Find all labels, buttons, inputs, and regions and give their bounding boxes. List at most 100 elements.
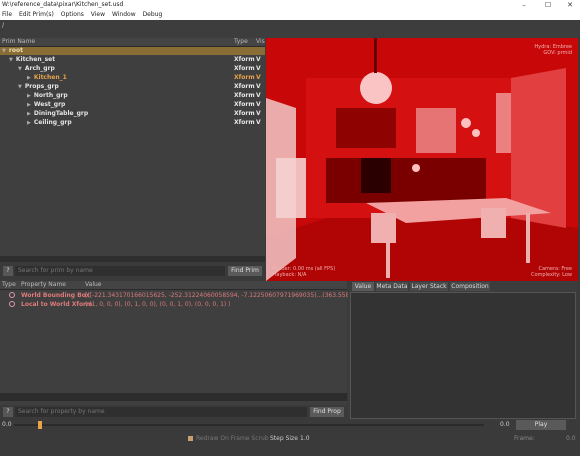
property-row-world-bbox[interactable]: World Bounding Box [([-221.3431701660156… [0, 291, 405, 300]
current-path[interactable]: / [2, 22, 4, 29]
tree-row-north-grp[interactable]: ▶ North_grp Xform V [0, 92, 265, 100]
menu-edit-prims[interactable]: Edit Prim(s) [19, 11, 54, 18]
tree-header-type[interactable]: Type [234, 38, 248, 46]
hud-line: GOV: prmid [543, 50, 572, 56]
tree-row-ceiling-grp[interactable]: ▶ Ceiling_grp Xform V [0, 119, 265, 127]
find-prop-button[interactable]: Find Prop [310, 407, 344, 417]
step-size-label: Step Size [270, 435, 298, 442]
timeline-start: 0.0 [2, 421, 12, 428]
tree-row-label: DiningTable_grp [33, 110, 89, 117]
tree-row-type: Xform [234, 110, 255, 117]
prim-search-input[interactable] [15, 266, 225, 276]
property-help-button[interactable]: ? [3, 407, 13, 417]
timeline-slider[interactable] [14, 424, 484, 426]
tree-row-vis[interactable]: V [256, 92, 261, 100]
prim-tree: Prim Name Type Vis ▼ root ▼ Kitchen_set Xf… [0, 38, 265, 256]
timeline-bar: 0.0 0.0 Play [0, 419, 580, 432]
chevron-right-icon[interactable]: ▶ [27, 75, 31, 81]
minimize-button[interactable]: – [516, 0, 532, 10]
timeline-end: 0.0 [500, 421, 510, 428]
redraw-checkbox[interactable] [188, 436, 193, 441]
tree-row-root[interactable]: ▼ root [0, 47, 265, 55]
redraw-label: Redraw On Frame Scrub [196, 435, 269, 442]
menu-file[interactable]: File [2, 11, 12, 18]
viewport-hud-camera: Camera: Free Complexity: Low [531, 266, 572, 278]
tree-row-label: Props_grp [24, 83, 59, 90]
tree-row-vis[interactable]: V [256, 119, 261, 127]
chevron-right-icon[interactable]: ▶ [27, 93, 31, 99]
tree-header-vis[interactable]: Vis [256, 38, 265, 46]
tree-row-type: Xform [234, 119, 255, 126]
property-header-value[interactable]: Value [85, 281, 101, 289]
tree-row-vis[interactable]: V [256, 65, 261, 73]
tree-row-vis[interactable]: V [256, 101, 261, 109]
menu-options[interactable]: Options [61, 11, 84, 18]
property-header-type[interactable]: Type [2, 281, 16, 289]
tree-row-label: Kitchen_set [15, 56, 56, 63]
property-row-local-to-world[interactable]: Local to World Xform ( (1, 0, 0, 0), (0,… [0, 300, 347, 309]
tree-row-type: Xform [234, 83, 255, 90]
property-name: World Bounding Box [21, 292, 90, 299]
chevron-down-icon[interactable]: ▼ [18, 66, 22, 72]
tree-row-type: Xform [234, 65, 255, 72]
playback-options: Redraw On Frame Scrub Step Size 1.0 Fram… [0, 432, 580, 456]
property-table: Type Property Name Value World Bounding … [0, 281, 405, 406]
tree-row-vis[interactable]: V [256, 56, 261, 64]
property-horizontal-scrollbar[interactable] [0, 393, 347, 401]
tab-value[interactable]: Value [352, 282, 374, 291]
maximize-button[interactable]: ☐ [540, 0, 556, 10]
tree-row-vis[interactable]: V [256, 74, 261, 82]
stage-viewport[interactable]: Hydra: Embree GOV: prmid Render: 0.00 ms… [266, 38, 578, 281]
tab-composition[interactable]: Composition [450, 282, 490, 291]
tree-header: Prim Name Type Vis [0, 38, 265, 47]
timeline-slider-handle[interactable] [38, 421, 42, 429]
tree-row-type: Xform [234, 56, 255, 63]
find-prim-button[interactable]: Find Prim [228, 266, 262, 276]
tree-row-label: Ceiling_grp [33, 119, 72, 126]
value-panel[interactable] [350, 292, 576, 419]
close-button[interactable]: ✕ [562, 0, 578, 10]
menu-bar: File Edit Prim(s) Options View Window De… [0, 10, 580, 20]
menu-debug[interactable]: Debug [143, 11, 163, 18]
prim-search-bar: ? Find Prim [0, 264, 265, 278]
tree-row-vis[interactable]: V [256, 83, 261, 91]
chevron-down-icon[interactable]: ▼ [18, 84, 22, 90]
tree-row-label: Kitchen_1 [33, 74, 67, 81]
tree-row-kitchen-1[interactable]: ▶ Kitchen_1 Xform V [0, 74, 265, 82]
play-button[interactable]: Play [516, 420, 566, 430]
hud-playback-line: Playback: N/A [272, 272, 307, 278]
tree-row-label: root [8, 47, 23, 54]
tab-meta-data[interactable]: Meta Data [376, 282, 408, 291]
tree-horizontal-scrollbar[interactable] [0, 256, 265, 262]
chevron-right-icon[interactable]: ▶ [27, 120, 31, 126]
chevron-down-icon[interactable]: ▼ [9, 57, 13, 63]
property-name: Local to World Xform [21, 301, 93, 308]
tree-row-kitchen-set[interactable]: ▼ Kitchen_set Xform V [0, 56, 265, 64]
prim-help-button[interactable]: ? [3, 266, 13, 276]
chevron-right-icon[interactable]: ▶ [27, 111, 31, 117]
tree-row-diningtable-grp[interactable]: ▶ DiningTable_grp Xform V [0, 110, 265, 118]
chevron-down-icon[interactable]: ▼ [2, 48, 6, 54]
frame-field[interactable]: 0.0 [566, 435, 576, 442]
tree-row-type: Xform [234, 74, 255, 81]
tab-layer-stack[interactable]: Layer Stack [410, 282, 448, 291]
property-header: Type Property Name Value [0, 281, 347, 290]
chevron-right-icon[interactable]: ▶ [27, 102, 31, 108]
frame-label: Frame: [514, 435, 535, 442]
tree-row-label: Arch_grp [24, 65, 55, 72]
tree-row-west-grp[interactable]: ▶ West_grp Xform V [0, 101, 265, 109]
tree-header-name[interactable]: Prim Name [2, 38, 35, 46]
tree-row-vis[interactable]: V [256, 110, 261, 118]
menu-window[interactable]: Window [112, 11, 136, 18]
property-header-name[interactable]: Property Name [21, 281, 66, 289]
tree-row-arch-grp[interactable]: ▼ Arch_grp Xform V [0, 65, 265, 73]
path-bar: / [0, 20, 580, 38]
property-search-input[interactable] [15, 407, 307, 417]
step-size-field[interactable]: 1.0 [300, 435, 310, 442]
property-search-bar: ? Find Prop [0, 405, 347, 419]
tree-row-props-grp[interactable]: ▼ Props_grp Xform V [0, 83, 265, 91]
tree-row-label: West_grp [33, 101, 66, 108]
menu-view[interactable]: View [91, 11, 105, 18]
tree-row-type: Xform [234, 101, 255, 108]
attribute-icon [9, 301, 15, 307]
